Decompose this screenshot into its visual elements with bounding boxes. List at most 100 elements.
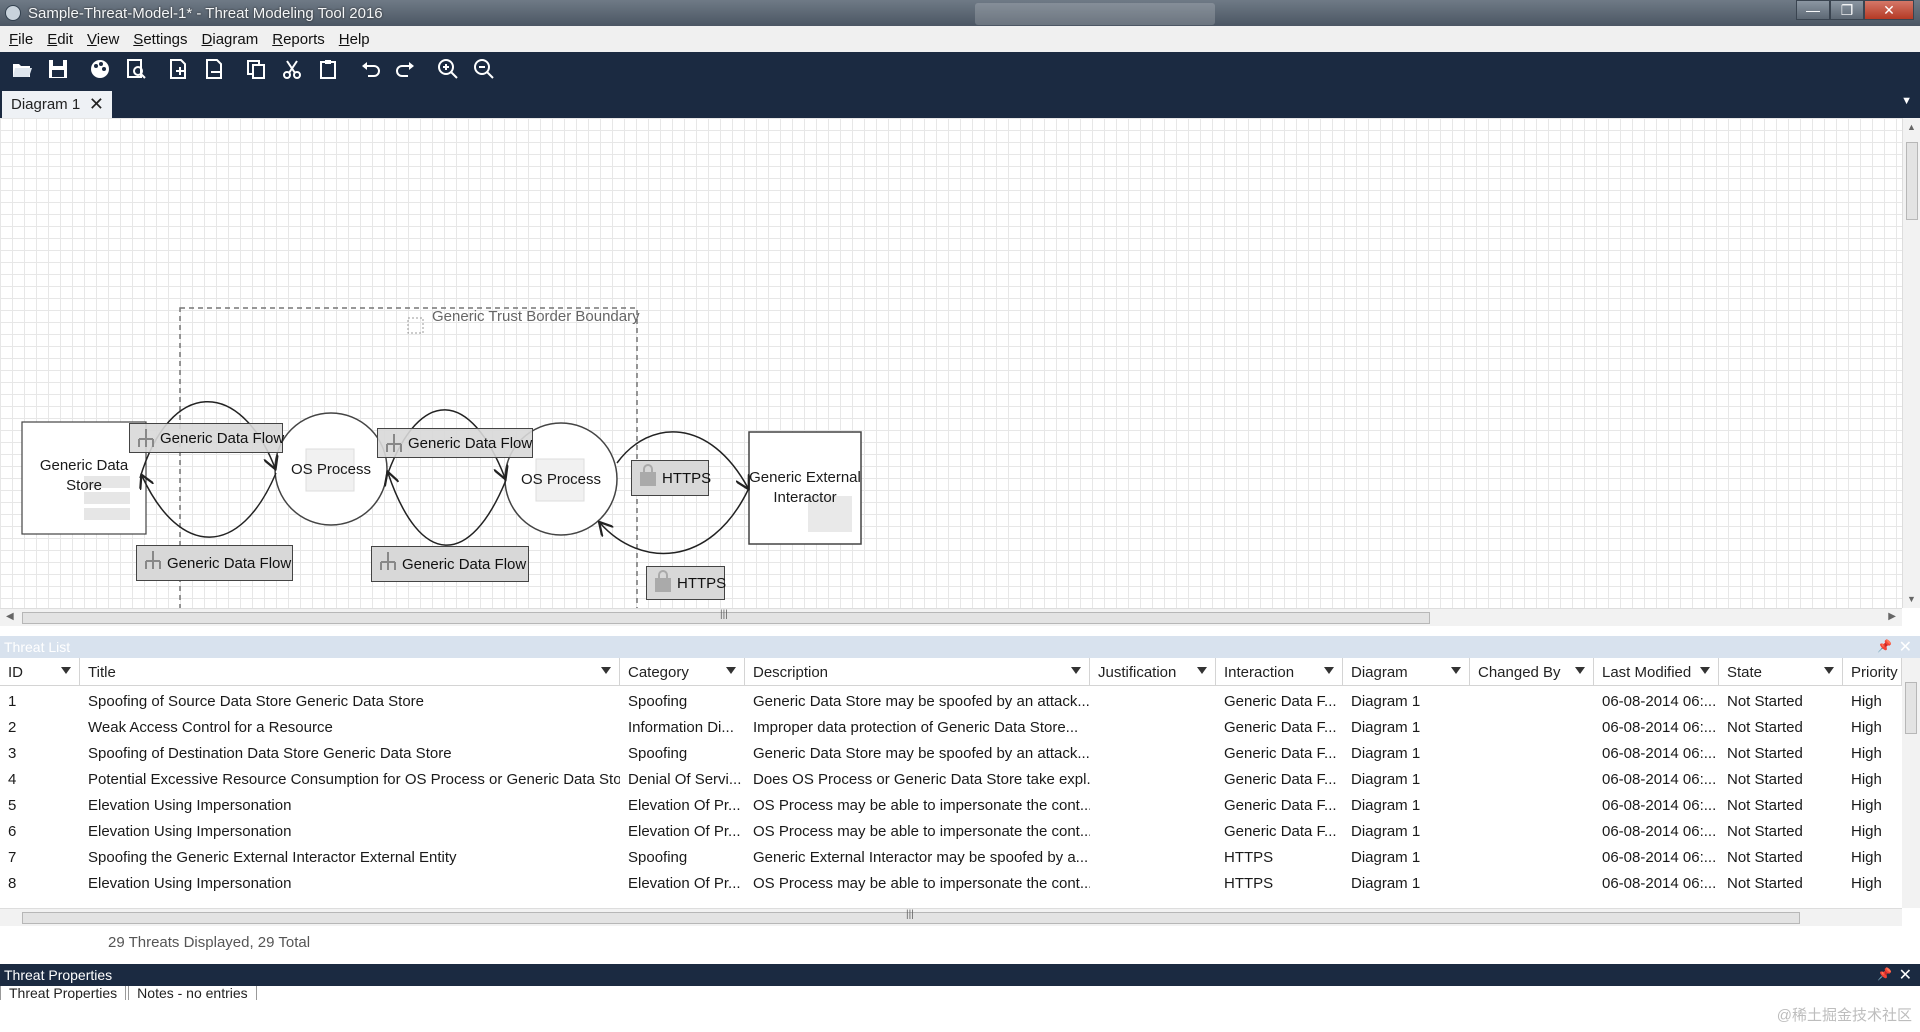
- table-row[interactable]: 3 Spoofing of Destination Data Store Gene…: [0, 740, 1902, 766]
- canvas-vertical-scrollbar[interactable]: ▲ ▼: [1902, 118, 1920, 608]
- minimize-button[interactable]: —: [1796, 0, 1830, 20]
- menu-view[interactable]: View: [87, 31, 119, 48]
- menu-file[interactable]: File: [9, 31, 33, 48]
- column-header-category[interactable]: Category: [620, 658, 745, 686]
- cell-last-modified: 06-08-2014 06:...: [1602, 848, 1717, 866]
- close-tab-icon[interactable]: ✕: [89, 94, 104, 115]
- analysis-view-button[interactable]: [122, 56, 150, 82]
- grid-horizontal-scrollbar[interactable]: |||: [0, 908, 1902, 926]
- table-row[interactable]: 6 Elevation Using Impersonation Elevation …: [0, 818, 1902, 844]
- table-row[interactable]: 4 Potential Excessive Resource Consumptio…: [0, 766, 1902, 792]
- column-header-last-modified[interactable]: Last Modified: [1594, 658, 1719, 686]
- undo-icon: [362, 61, 380, 77]
- filter-dropdown-icon[interactable]: [1324, 667, 1334, 674]
- filter-dropdown-icon[interactable]: [726, 667, 736, 674]
- https-icon: [655, 570, 671, 592]
- copy-button[interactable]: [242, 56, 270, 82]
- scroll-up-icon[interactable]: ▲: [1907, 122, 1916, 132]
- tab-dropdown-icon[interactable]: ▼: [1901, 95, 1912, 107]
- flow-process-1-to-store[interactable]: [142, 473, 277, 538]
- table-row[interactable]: 8 Elevation Using Impersonation Elevation …: [0, 870, 1902, 896]
- document-tab-strip: Diagram 1 ✕ ▼: [0, 85, 1920, 118]
- column-header-diagram[interactable]: Diagram: [1343, 658, 1470, 686]
- open-button[interactable]: [8, 56, 36, 82]
- new-diagram-button[interactable]: [164, 56, 192, 82]
- table-row[interactable]: 7 Spoofing the Generic External Interacto…: [0, 844, 1902, 870]
- cell-description: Generic Data Store may be spoofed by an …: [753, 744, 1090, 762]
- filter-dropdown-icon[interactable]: [601, 667, 611, 674]
- save-button[interactable]: [44, 56, 72, 82]
- trust-boundary-label: Generic Trust Border Boundary: [432, 308, 640, 325]
- menu-help[interactable]: Help: [339, 31, 370, 48]
- table-row[interactable]: 5 Elevation Using Impersonation Elevation …: [0, 792, 1902, 818]
- cell-justification: [1090, 844, 1216, 870]
- flow-interactor-to-process-2[interactable]: [600, 489, 749, 555]
- maximize-button[interactable]: ❐: [1830, 0, 1864, 20]
- flow-process-2-to-process-1[interactable]: [388, 473, 507, 546]
- close-window-button[interactable]: ✕: [1864, 0, 1914, 20]
- scroll-down-icon[interactable]: ▼: [1907, 594, 1916, 604]
- diagram-canvas[interactable]: Generic Trust Border Boundary Generic Da…: [0, 118, 1902, 608]
- close-panel-icon[interactable]: ✕: [1899, 637, 1912, 657]
- undo-button[interactable]: [356, 56, 384, 82]
- grid-vertical-scrollbar[interactable]: [1902, 658, 1920, 908]
- column-header-description[interactable]: Description: [745, 658, 1090, 686]
- column-header-label: Interaction: [1224, 663, 1295, 681]
- filter-dropdown-icon[interactable]: [61, 667, 71, 674]
- column-header-priority[interactable]: Priority: [1843, 658, 1902, 686]
- switch-view-button[interactable]: [86, 56, 114, 82]
- pin-icon[interactable]: 📌: [1877, 967, 1892, 981]
- flow-label-1[interactable]: Generic Data Flow: [129, 423, 284, 453]
- table-row[interactable]: 2 Weak Access Control for a Resource Infor…: [0, 714, 1902, 740]
- column-header-interaction[interactable]: Interaction: [1216, 658, 1343, 686]
- cell-interaction: Generic Data F...: [1224, 692, 1337, 710]
- filter-dropdown-icon[interactable]: [1824, 667, 1834, 674]
- filter-dropdown-icon[interactable]: [1197, 667, 1207, 674]
- redo-button[interactable]: [392, 56, 420, 82]
- column-header-id[interactable]: ID: [0, 658, 80, 686]
- https-icon: [640, 464, 656, 486]
- column-header-title[interactable]: Title: [80, 658, 620, 686]
- zoom-out-button[interactable]: [470, 56, 498, 82]
- pin-icon[interactable]: 📌: [1877, 639, 1892, 653]
- canvas-horizontal-scrollbar[interactable]: ◀ ||| ▶: [0, 608, 1902, 626]
- cell-priority: High: [1851, 796, 1882, 814]
- filter-dropdown-icon[interactable]: [1700, 667, 1710, 674]
- paste-button[interactable]: [314, 56, 342, 82]
- flow-label-4[interactable]: Generic Data Flow: [371, 546, 529, 582]
- export-diagram-button[interactable]: [200, 56, 228, 82]
- cell-diagram: Diagram 1: [1351, 770, 1421, 788]
- menu-settings[interactable]: Settings: [133, 31, 187, 48]
- cell-description: Generic External Interactor may be spoof…: [753, 848, 1089, 866]
- tab-threat-properties[interactable]: Threat Properties: [0, 986, 127, 1000]
- filter-dropdown-icon[interactable]: [1575, 667, 1585, 674]
- flow-label-2[interactable]: Generic Data Flow: [377, 428, 533, 458]
- close-panel-icon[interactable]: ✕: [1899, 965, 1912, 985]
- cell-id: 6: [8, 822, 17, 840]
- zoom-in-button[interactable]: [434, 56, 462, 82]
- flow-label-3[interactable]: Generic Data Flow: [136, 545, 293, 581]
- menu-diagram[interactable]: Diagram: [202, 31, 259, 48]
- threat-properties-tabs: Threat Properties Notes - no entries: [0, 986, 1920, 1000]
- column-header-label: Justification: [1098, 663, 1177, 681]
- filter-dropdown-icon[interactable]: [1071, 667, 1081, 674]
- https-label-2[interactable]: HTTPS: [646, 566, 726, 600]
- filter-dropdown-icon[interactable]: [1451, 667, 1461, 674]
- column-header-changed-by[interactable]: Changed By: [1470, 658, 1594, 686]
- scroll-left-icon[interactable]: ◀: [6, 611, 14, 622]
- tab-diagram-1[interactable]: Diagram 1 ✕: [2, 91, 112, 118]
- menu-reports[interactable]: Reports: [272, 31, 325, 48]
- https-label-1[interactable]: HTTPS: [631, 460, 711, 496]
- column-header-state[interactable]: State: [1719, 658, 1843, 686]
- cell-last-modified: 06-08-2014 06:...: [1602, 796, 1717, 814]
- cell-state: Not Started: [1727, 874, 1803, 892]
- tab-notes[interactable]: Notes - no entries: [128, 986, 257, 1000]
- column-header-justification[interactable]: Justification: [1090, 658, 1216, 686]
- scroll-right-icon[interactable]: ▶: [1888, 611, 1896, 622]
- scroll-thumb[interactable]: [1906, 142, 1918, 220]
- menu-edit[interactable]: Edit: [47, 31, 73, 48]
- scroll-thumb[interactable]: [1905, 682, 1917, 734]
- data-flow-icon: [138, 429, 154, 447]
- cut-button[interactable]: [278, 56, 306, 82]
- table-row[interactable]: 1 Spoofing of Source Data Store Generic D…: [0, 688, 1902, 714]
